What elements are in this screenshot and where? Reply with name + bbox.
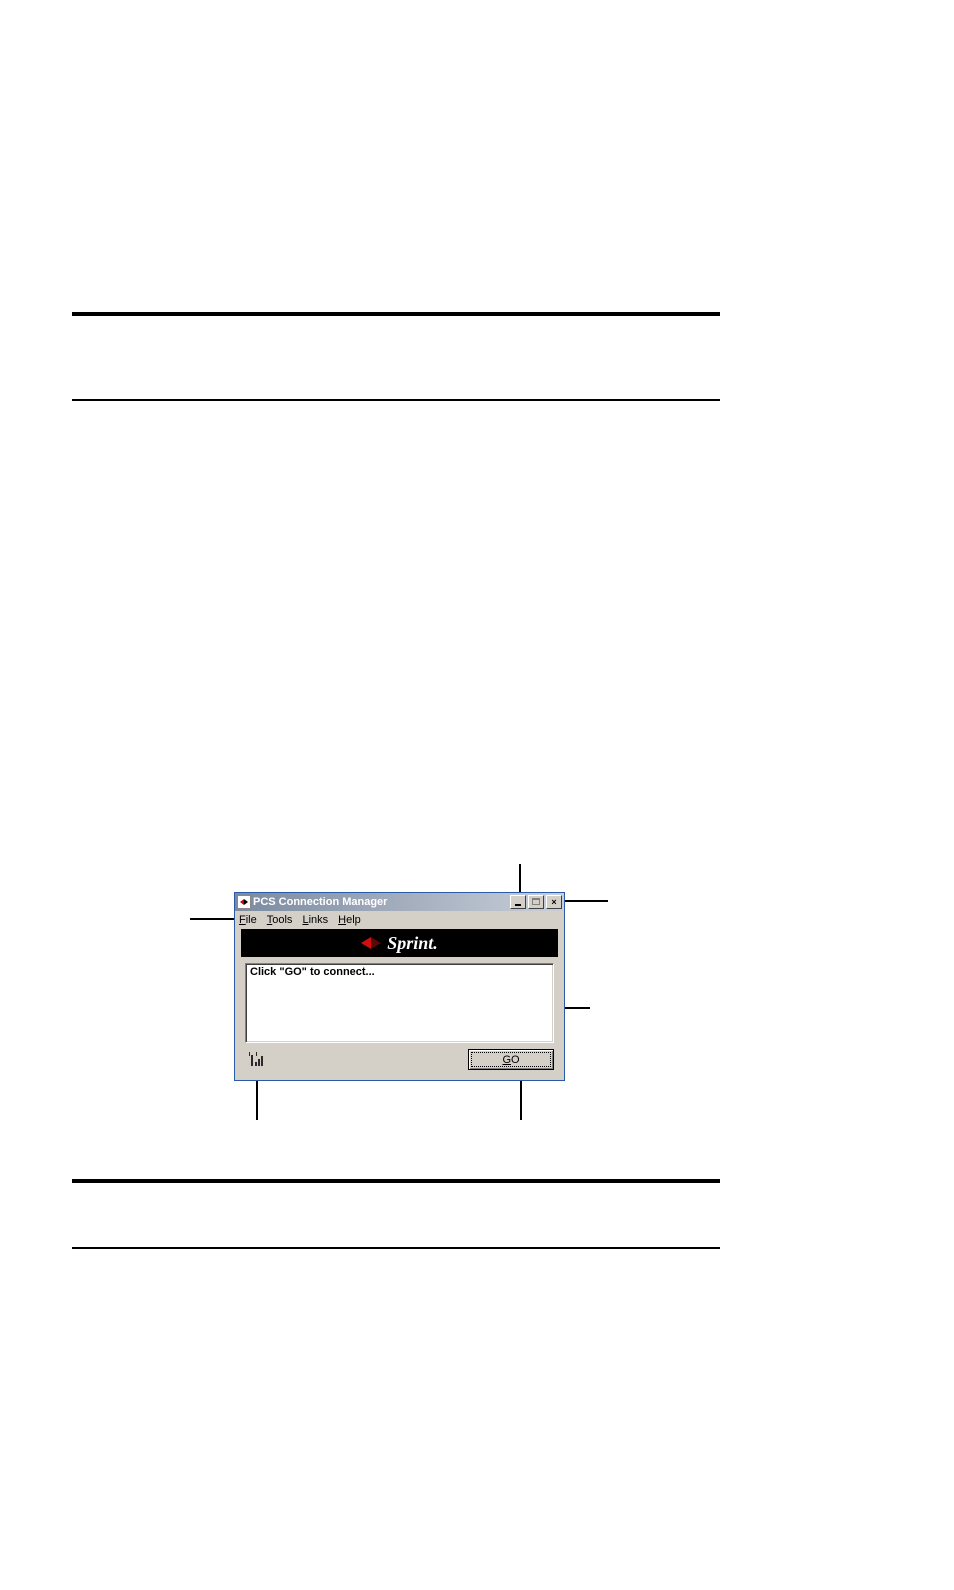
divider — [72, 1247, 720, 1249]
app-window: PCS Connection Manager × File Tools Link… — [234, 892, 565, 1081]
menu-links-rest: inks — [309, 914, 329, 926]
titlebar[interactable]: PCS Connection Manager × — [235, 893, 564, 911]
brand-band: Sprint. — [241, 929, 558, 957]
divider — [72, 1179, 720, 1183]
main-message-area: Click "GO" to connect... — [245, 963, 554, 1043]
divider — [72, 312, 720, 316]
menu-links[interactable]: Links — [302, 914, 328, 926]
menu-tools[interactable]: Tools — [267, 914, 293, 926]
minimize-button[interactable] — [510, 895, 526, 909]
signal-strength-icon — [249, 1053, 265, 1067]
menu-help-rest: elp — [346, 914, 361, 926]
sprint-logo: Sprint. — [361, 933, 438, 954]
go-button[interactable]: GO — [468, 1049, 554, 1070]
app-icon — [237, 895, 251, 909]
brand-text: Sprint. — [387, 933, 438, 954]
menu-tools-rest: ools — [272, 914, 292, 926]
status-row: GO — [235, 1043, 564, 1078]
menubar: File Tools Links Help — [235, 911, 564, 929]
menu-file[interactable]: File — [239, 914, 257, 926]
divider — [72, 399, 720, 401]
go-rest: O — [511, 1054, 520, 1066]
window-title: PCS Connection Manager — [253, 896, 510, 908]
menu-help[interactable]: Help — [338, 914, 361, 926]
menu-file-rest: ile — [246, 914, 257, 926]
diamond-icon — [361, 933, 381, 953]
close-button[interactable]: × — [546, 895, 562, 909]
maximize-button — [528, 895, 544, 909]
status-message: Click "GO" to connect... — [250, 966, 375, 978]
